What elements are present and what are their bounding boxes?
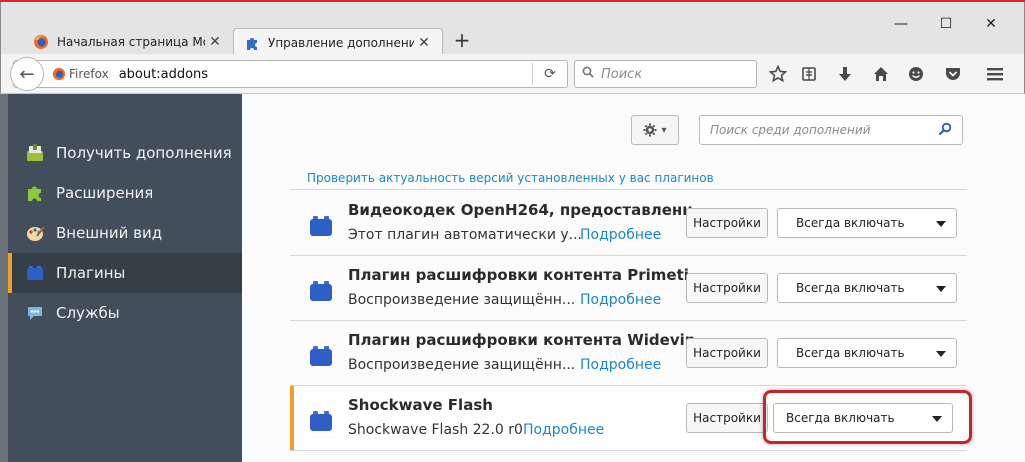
chevron-down-icon: ▾ [661,124,667,136]
identity-box[interactable]: Firefox [52,67,109,81]
search-bar[interactable]: Поиск [574,60,757,88]
identity-label: Firefox [69,67,109,81]
home-icon[interactable] [870,63,892,85]
sidebar-item-extensions[interactable]: Расширения [8,173,242,213]
plugin-name: Видеокодек OpenH264, предоставленн... [348,201,710,219]
new-tab-button[interactable]: + [451,30,473,52]
addons-search-input[interactable]: Поиск среди дополнений [699,115,963,145]
addons-search-placeholder: Поиск среди дополнений [710,123,871,137]
plugin-more-link[interactable]: Подробнее [580,227,661,243]
close-icon[interactable]: ✕ [414,35,434,51]
plugin-item-primetime[interactable]: Плагин расшифровки контента Primeti... В… [290,256,967,320]
tab-addons-manager[interactable]: Управление дополнения... ✕ [233,28,443,56]
plugin-state-value: Всегда включать [796,281,905,295]
dropdown-arrow-icon [936,351,946,357]
sidebar-item-appearance[interactable]: Внешний вид [8,213,242,253]
get-addons-icon [24,142,46,164]
plugin-state-value: Всегда включать [796,346,905,360]
tab-label: Управление дополнения... [268,35,414,50]
search-icon [575,66,601,82]
firefox-icon [52,67,66,81]
sidebar-item-label: Плагины [56,264,126,282]
palette-icon [24,222,46,244]
back-button[interactable]: ← [10,57,44,91]
check-plugins-link[interactable]: Проверить актуальность версий установлен… [307,171,714,185]
lego-icon [310,346,332,366]
download-icon[interactable] [834,63,856,85]
sidebar-item-plugins[interactable]: Плагины [8,253,242,293]
plugin-settings-button[interactable]: Настройки [686,273,768,303]
plugin-description: Воспроизведение защищённ... [348,357,576,373]
reload-icon[interactable]: ⟳ [533,66,567,82]
close-icon[interactable]: ✕ [205,34,225,50]
sidebar-item-label: Службы [56,304,120,322]
plugin-state-select[interactable]: Всегда включать [777,338,957,368]
dropdown-arrow-icon [936,221,946,227]
sidebar-item-label: Расширения [56,184,154,202]
plugin-state-value: Всегда включать [796,216,905,230]
plugin-item-widevine[interactable]: Плагин расшифровки контента Widevin... В… [290,321,967,385]
dropdown-arrow-icon [936,286,946,292]
plugin-more-link[interactable]: Подробнее [580,357,661,373]
search-icon [938,122,952,136]
star-icon[interactable] [767,63,789,85]
plugin-item-openh264[interactable]: Видеокодек OpenH264, предоставленн... Эт… [290,191,967,255]
close-window-button[interactable]: ✕ [976,16,1006,36]
search-placeholder: Поиск [601,66,643,82]
addons-main-panel: ▾ Поиск среди дополнений Проверить актуа… [242,94,1025,462]
divider [290,189,967,190]
tab-label: Начальная страница Mo... [57,35,205,49]
divider [290,450,967,451]
categories-sidebar: Получить дополнения Расширения Внешний в… [0,94,242,462]
sidebar-item-label: Внешний вид [56,224,163,242]
reading-list-icon[interactable] [798,63,820,85]
lego-icon [310,216,332,236]
back-arrow-icon: ← [19,63,35,85]
services-icon [24,302,46,324]
smiley-icon[interactable] [905,63,927,85]
tab-start-page[interactable]: Начальная страница Mo... ✕ [23,28,233,56]
tools-menu-button[interactable]: ▾ [631,115,679,145]
plugin-more-link[interactable]: Подробнее [580,292,661,308]
plugin-state-select[interactable]: Всегда включать [777,208,957,238]
maximize-button[interactable]: ☐ [931,16,961,36]
sidebar-item-get-addons[interactable]: Получить дополнения [8,133,242,173]
plugin-description: Этот плагин автоматически у... [348,227,583,243]
sidebar-item-label: Получить дополнения [56,144,232,162]
gear-icon [643,123,657,137]
firefox-icon [34,35,48,49]
tab-strip: Начальная страница Mo... ✕ Управление до… [0,2,1025,56]
lego-icon [24,262,46,284]
plugin-settings-button[interactable]: Настройки [686,403,768,433]
url-bar[interactable]: ← Firefox about:addons ⟳ [10,57,568,91]
plugin-name: Плагин расшифровки контента Widevin... [348,331,713,349]
plugin-name: Shockwave Flash [348,396,493,414]
highlight-annotation [763,390,972,444]
sidebar-item-services[interactable]: Службы [8,293,242,333]
minimize-button[interactable]: — [886,16,916,36]
lego-icon [310,281,332,301]
lego-icon [310,411,332,431]
menu-icon[interactable] [984,63,1006,85]
plugin-name: Плагин расшифровки контента Primeti... [348,266,706,284]
url-text[interactable]: about:addons [119,67,532,82]
plugin-settings-button[interactable]: Настройки [686,338,768,368]
plugin-state-select[interactable]: Всегда включать [777,273,957,303]
puzzle-icon [24,182,46,204]
plugin-description: Воспроизведение защищённ... [348,292,576,308]
plugin-more-link[interactable]: Подробнее [523,422,604,438]
plugin-description: Shockwave Flash 22.0 r0 [348,422,523,438]
puzzle-icon [247,37,257,50]
pocket-icon[interactable] [942,63,964,85]
plugin-settings-button[interactable]: Настройки [686,208,768,238]
navigation-toolbar: ← Firefox about:addons ⟳ Поиск [0,54,1025,94]
